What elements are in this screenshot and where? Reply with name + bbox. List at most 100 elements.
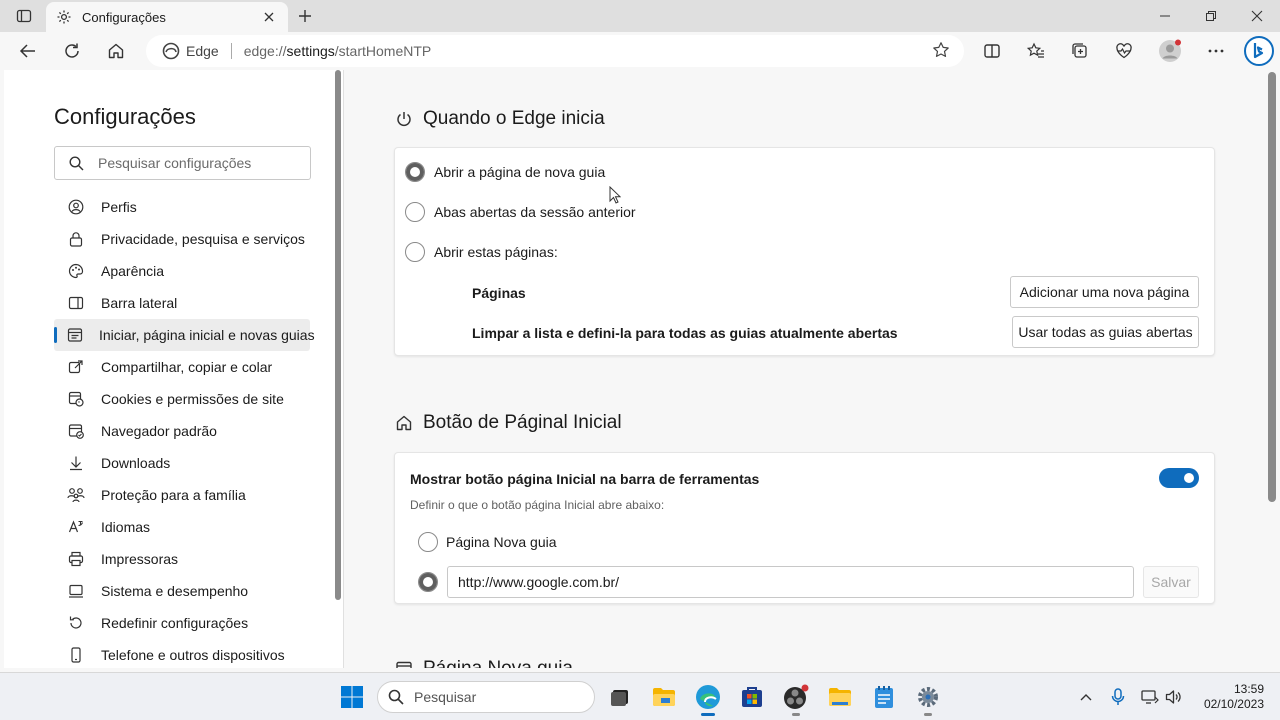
section-title: Quando o Edge inicia <box>423 108 605 129</box>
radio-button[interactable] <box>405 202 425 222</box>
taskbar-search-input[interactable]: Pesquisar <box>377 681 595 713</box>
browser-essentials-button[interactable] <box>1109 36 1139 66</box>
collections-button[interactable] <box>1065 36 1095 66</box>
address-edge-label: Edge <box>186 43 219 59</box>
close-window-button[interactable] <box>1235 4 1279 28</box>
url-prefix: edge:// <box>243 43 287 59</box>
minimize-button[interactable] <box>1143 4 1187 28</box>
taskbar-clock[interactable]: 13:59 02/10/2023 <box>1196 682 1264 712</box>
start-button[interactable] <box>336 681 368 713</box>
sidebar-item-idiomas[interactable]: Idiomas <box>54 511 310 543</box>
collections-icon <box>1072 43 1087 58</box>
sidebar-item-compartilhar[interactable]: Compartilhar, copiar e colar <box>54 351 310 383</box>
split-screen-button[interactable] <box>977 36 1007 66</box>
startup-option-new-tab[interactable]: Abrir a página de nova guia <box>405 162 605 182</box>
sidebar-item-perfis[interactable]: Perfis <box>54 191 310 223</box>
sidebar-item-label: Proteção para a família <box>101 487 246 503</box>
radio-button[interactable] <box>405 162 425 182</box>
taskbar-app-folder[interactable] <box>824 681 856 713</box>
sidebar-item-redefinir[interactable]: Redefinir configurações <box>54 607 310 639</box>
save-button[interactable]: Salvar <box>1143 566 1199 598</box>
bing-copilot-icon <box>1244 36 1274 66</box>
sidebar-item-barra-lateral[interactable]: Barra lateral <box>54 287 310 319</box>
clock-time: 13:59 <box>1233 682 1264 696</box>
home-button-toggle[interactable] <box>1159 468 1199 488</box>
refresh-button[interactable] <box>57 36 87 66</box>
taskbar-app-file-explorer[interactable] <box>648 681 680 713</box>
system-icon <box>67 582 85 600</box>
home-button[interactable] <box>101 36 131 66</box>
taskbar-app-settings[interactable] <box>912 681 944 716</box>
sidebar-item-telefone[interactable]: Telefone e outros dispositivos <box>54 639 310 668</box>
sidebar-item-impressoras[interactable]: Impressoras <box>54 543 310 575</box>
phone-icon <box>67 646 85 664</box>
taskbar-app-store[interactable] <box>736 681 768 713</box>
new-tab-button[interactable] <box>294 5 316 27</box>
sidebar-scrollbar[interactable] <box>335 70 341 600</box>
sidebar-item-label: Perfis <box>101 199 137 215</box>
sidebar-item-cookies[interactable]: Cookies e permissões de site <box>54 383 310 415</box>
taskbar-app-edge[interactable] <box>692 681 724 716</box>
taskbar-app-notepad[interactable] <box>868 681 900 713</box>
radio-label: Abrir estas páginas: <box>434 244 558 260</box>
taskbar-app-task-view[interactable] <box>604 681 636 713</box>
section-title: Página Nova guia <box>423 658 573 668</box>
microphone-button[interactable] <box>1108 687 1128 707</box>
newtab-section-header: Página Nova guia <box>395 658 573 668</box>
sidebar-item-familia[interactable]: Proteção para a família <box>54 479 310 511</box>
sidebar-item-privacidade[interactable]: Privacidade, pesquisa e serviços <box>54 223 310 255</box>
chevron-up-icon <box>1080 694 1092 701</box>
tab-close-button[interactable] <box>260 8 278 26</box>
search-settings-input[interactable]: Pesquisar configurações <box>54 146 311 180</box>
back-button[interactable] <box>13 36 43 66</box>
sidebar-item-sistema[interactable]: Sistema e desempenho <box>54 575 310 607</box>
gear-icon <box>918 687 938 707</box>
home-option-url[interactable] <box>418 572 438 592</box>
home-url-input[interactable]: http://www.google.com.br/ <box>447 566 1134 598</box>
radio-label: Abas abertas da sessão anterior <box>434 204 636 220</box>
network-button[interactable] <box>1140 687 1160 707</box>
startup-section-header: Quando o Edge inicia <box>395 108 605 130</box>
startup-card: Abrir a página de nova guia Abas abertas… <box>394 147 1215 356</box>
active-app-indicator <box>701 713 715 716</box>
gear-icon <box>57 10 71 24</box>
sidebar-title: Configurações <box>54 104 196 129</box>
search-icon <box>69 155 84 170</box>
add-page-button[interactable]: Adicionar uma nova página <box>1010 276 1199 308</box>
profile-button[interactable] <box>1155 36 1185 66</box>
tab-settings[interactable]: Configurações <box>46 2 288 32</box>
more-options-button[interactable] <box>1201 36 1231 66</box>
clear-list-label: Limpar a lista e defini-la para todas as… <box>472 325 898 341</box>
speaker-icon <box>1165 690 1181 704</box>
sidebar-item-label: Sistema e desempenho <box>101 583 249 599</box>
restore-button[interactable] <box>1189 4 1233 28</box>
home-option-new-tab[interactable]: Página Nova guia <box>418 532 557 552</box>
sidebar-item-iniciar[interactable]: Iniciar, página inicial e novas guias <box>54 319 315 351</box>
sidebar-item-aparencia[interactable]: Aparência <box>54 255 310 287</box>
settings-nav: Perfis Privacidade, pesquisa e serviços … <box>54 191 315 668</box>
sidebar-item-label: Redefinir configurações <box>101 615 249 631</box>
split-screen-icon <box>984 44 1000 58</box>
sidebar-item-downloads[interactable]: Downloads <box>54 447 310 479</box>
favorites-button[interactable] <box>1021 36 1051 66</box>
windows-logo-icon <box>341 686 363 708</box>
radio-button[interactable] <box>418 572 438 592</box>
volume-button[interactable] <box>1164 687 1184 707</box>
star-icon <box>933 42 949 57</box>
use-all-tabs-button[interactable]: Usar todas as guias abertas <box>1012 316 1199 348</box>
favorite-star-button[interactable] <box>932 41 950 59</box>
sidebar-item-navegador-padrao[interactable]: Navegador padrão <box>54 415 310 447</box>
taskbar-app-obs[interactable] <box>780 681 812 716</box>
share-icon <box>67 358 85 376</box>
startup-option-specific-pages[interactable]: Abrir estas páginas: <box>405 242 558 262</box>
tab-actions-button[interactable] <box>6 4 42 28</box>
main-scrollbar[interactable] <box>1268 72 1276 502</box>
address-url[interactable]: edge://settings/startHomeNTP <box>244 43 432 59</box>
address-bar[interactable]: Edge edge://settings/startHomeNTP <box>146 35 964 67</box>
startup-option-previous-session[interactable]: Abas abertas da sessão anterior <box>405 202 636 222</box>
radio-button[interactable] <box>405 242 425 262</box>
show-hidden-icons-button[interactable] <box>1076 687 1096 707</box>
copilot-button[interactable] <box>1243 35 1275 67</box>
radio-button[interactable] <box>418 532 438 552</box>
profile-icon <box>67 198 85 216</box>
